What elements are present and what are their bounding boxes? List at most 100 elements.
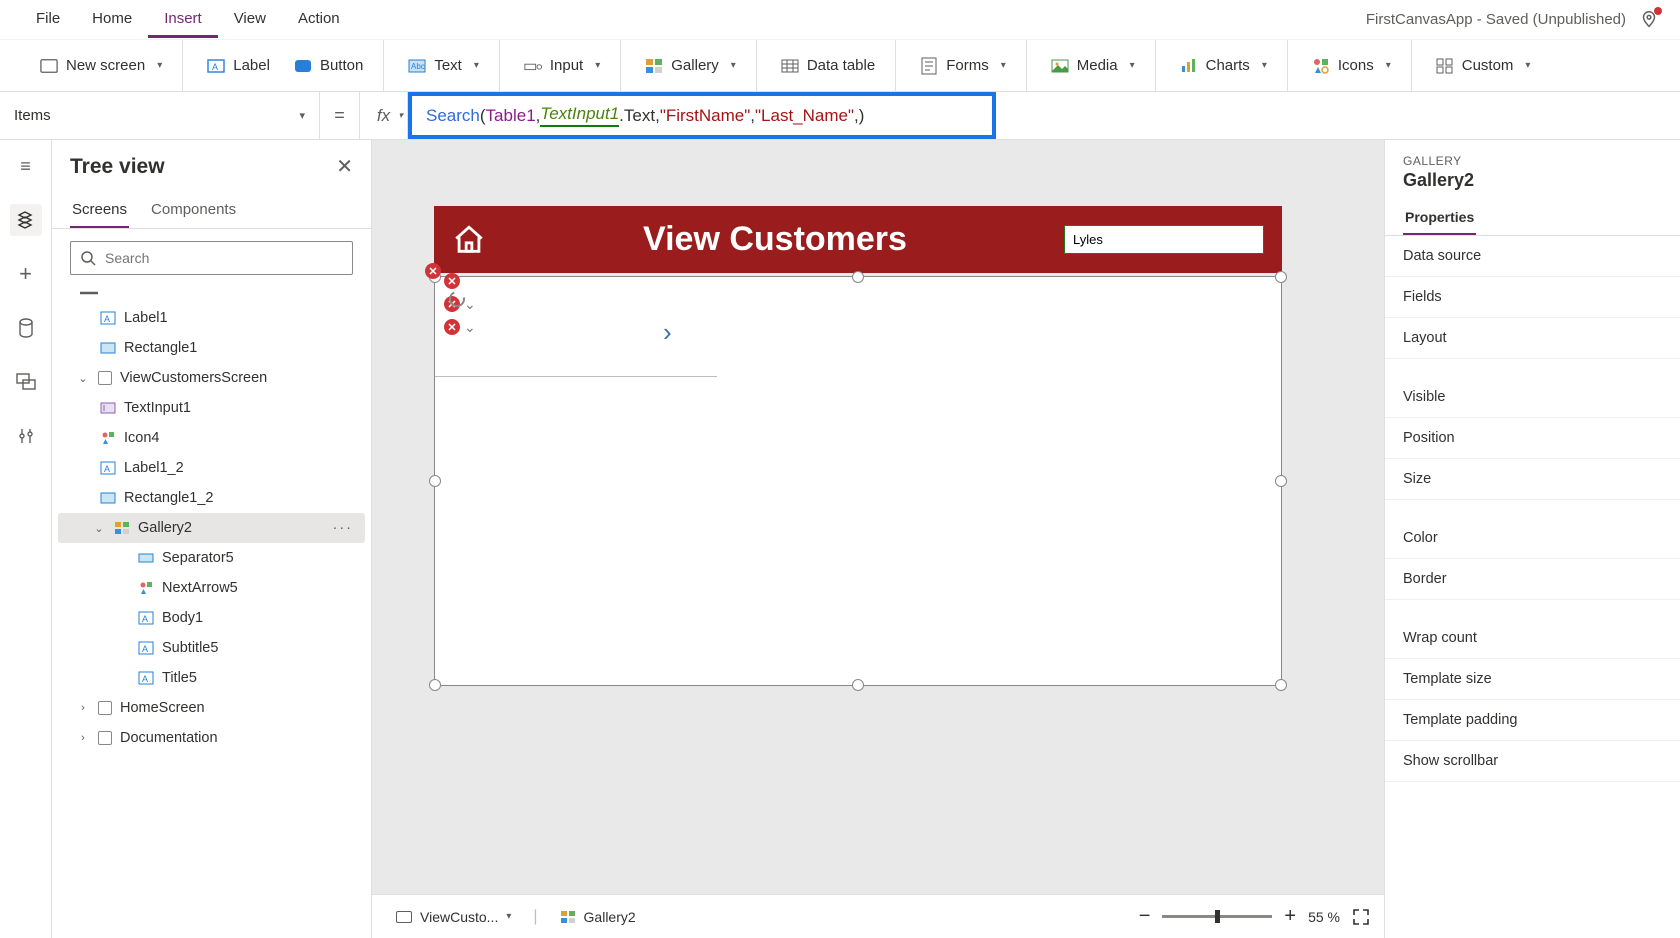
input-dropdown[interactable]: Input▾ — [512, 51, 612, 81]
tab-screens[interactable]: Screens — [70, 193, 129, 228]
tree-list[interactable]: A Label1 Rectangle1 ⌄ ViewCustomersScree… — [52, 287, 371, 938]
charts-dropdown[interactable]: Charts▾ — [1168, 51, 1279, 81]
prop-position[interactable]: Position — [1385, 418, 1680, 459]
gallery2-selection[interactable]: › — [434, 276, 1282, 686]
resize-handle[interactable] — [429, 475, 441, 487]
tree-item-icon4[interactable]: Icon4 — [58, 423, 365, 453]
gallery-ctrl-icon — [560, 909, 576, 925]
zoom-in-button[interactable]: + — [1284, 905, 1296, 928]
prop-fields[interactable]: Fields — [1385, 277, 1680, 318]
prop-data-source[interactable]: Data source — [1385, 236, 1680, 277]
error-badge-icon[interactable]: ✕ — [425, 263, 441, 279]
tree-item-body1[interactable]: A Body1 — [58, 603, 365, 633]
chevron-down-icon[interactable]: ⌄ — [92, 522, 106, 535]
error-badge-icon[interactable]: ✕ — [444, 319, 460, 335]
formula-bar: Items▾ = fx▾ Search(Table1, TextInput1.T… — [0, 92, 1680, 140]
prop-size[interactable]: Size — [1385, 459, 1680, 500]
text-icon: Abc — [408, 57, 426, 75]
data-table-button[interactable]: Data table — [769, 51, 887, 81]
tree-item-rectangle1[interactable]: Rectangle1 — [58, 333, 365, 363]
tree-item-title5[interactable]: A Title5 — [58, 663, 365, 693]
app-title: FirstCanvasApp - Saved (Unpublished) — [1366, 11, 1626, 28]
tree-item-label1[interactable]: A Label1 — [58, 303, 365, 333]
prop-template-size[interactable]: Template size — [1385, 659, 1680, 700]
screen-checkbox[interactable] — [98, 701, 112, 715]
tab-properties[interactable]: Properties — [1403, 201, 1476, 235]
formula-input[interactable]: Search(Table1, TextInput1.Text, "FirstNa… — [408, 92, 996, 139]
resize-handle[interactable] — [429, 679, 441, 691]
resize-handle[interactable] — [1275, 475, 1287, 487]
tree-item-subtitle5[interactable]: A Subtitle5 — [58, 633, 365, 663]
menu-file[interactable]: File — [20, 2, 76, 38]
prop-show-scrollbar[interactable]: Show scrollbar — [1385, 741, 1680, 782]
menu-bar: File Home Insert View Action FirstCanvas… — [0, 0, 1680, 40]
tree-item-separator5[interactable]: Separator5 — [58, 543, 365, 573]
breadcrumb-screen[interactable]: ViewCusto...▾ — [386, 905, 521, 929]
tree-item-textinput1[interactable]: TextInput1 — [58, 393, 365, 423]
chevron-down-icon[interactable]: ⌄ — [464, 319, 476, 336]
zoom-out-button[interactable]: − — [1139, 905, 1151, 928]
hamburger-button[interactable]: ≡ — [10, 150, 42, 182]
resize-handle[interactable] — [1275, 679, 1287, 691]
monitor-button[interactable] — [10, 366, 42, 398]
resize-handle[interactable] — [852, 271, 864, 283]
chevron-right-icon[interactable]: › — [76, 702, 90, 714]
data-button[interactable] — [10, 312, 42, 344]
prop-layout[interactable]: Layout — [1385, 318, 1680, 359]
tree-item-viewcustomersscreen[interactable]: ⌄ ViewCustomersScreen — [58, 363, 365, 393]
close-tree-button[interactable]: ✕ — [336, 154, 353, 179]
customer-search-input[interactable] — [1064, 225, 1264, 254]
menu-view[interactable]: View — [218, 2, 282, 38]
tree-item-documentation[interactable]: › Documentation — [58, 723, 365, 753]
tree-item-nextarrow5[interactable]: NextArrow5 — [58, 573, 365, 603]
home-icon[interactable] — [452, 223, 486, 257]
tree-view-button[interactable] — [10, 204, 42, 236]
prop-wrap-count[interactable]: Wrap count — [1385, 618, 1680, 659]
text-dropdown[interactable]: Abc Text▾ — [396, 51, 491, 81]
zoom-value: 55 % — [1308, 909, 1340, 925]
button-icon — [294, 57, 312, 75]
tree-search-input[interactable] — [70, 241, 353, 275]
zoom-slider[interactable] — [1162, 915, 1272, 918]
tree-item-homescreen[interactable]: › HomeScreen — [58, 693, 365, 723]
tree-item-rectangle1-2[interactable]: Rectangle1_2 — [58, 483, 365, 513]
icons-dropdown[interactable]: Icons▾ — [1300, 51, 1403, 81]
more-options-button[interactable]: ··· — [333, 520, 354, 536]
next-arrow-icon[interactable]: › — [663, 317, 672, 348]
resize-handle[interactable] — [1275, 271, 1287, 283]
new-screen-button[interactable]: New screen▾ — [28, 51, 174, 81]
tree-item-label1-2[interactable]: A Label1_2 — [58, 453, 365, 483]
gallery-template-row[interactable]: › — [435, 277, 717, 377]
button-button[interactable]: Button — [282, 51, 375, 81]
prop-visible[interactable]: Visible — [1385, 377, 1680, 418]
screen-checkbox[interactable] — [98, 731, 112, 745]
control-name[interactable]: Gallery2 — [1385, 168, 1680, 201]
label-button[interactable]: A Label — [195, 51, 282, 81]
canvas-viewport[interactable]: View Customers › — [372, 140, 1384, 894]
resize-handle[interactable] — [852, 679, 864, 691]
prop-border[interactable]: Border — [1385, 559, 1680, 600]
chevron-right-icon[interactable]: › — [76, 732, 90, 744]
error-badge-icon[interactable]: ✕ — [444, 273, 460, 289]
menu-action[interactable]: Action — [282, 2, 356, 38]
prop-color[interactable]: Color — [1385, 518, 1680, 559]
prop-template-padding[interactable]: Template padding — [1385, 700, 1680, 741]
screen-checkbox[interactable] — [98, 371, 112, 385]
property-selector[interactable]: Items▾ — [0, 92, 320, 139]
tree-item-gallery2[interactable]: ⌄ Gallery2 ··· — [58, 513, 365, 543]
menu-insert[interactable]: Insert — [148, 2, 218, 38]
add-button[interactable]: + — [10, 258, 42, 290]
fx-button[interactable]: fx▾ — [360, 92, 408, 139]
health-icon[interactable] — [1638, 9, 1660, 31]
fit-screen-button[interactable] — [1352, 908, 1370, 926]
tools-button[interactable] — [10, 420, 42, 452]
menu-home[interactable]: Home — [76, 2, 148, 38]
svg-text:A: A — [142, 644, 148, 654]
custom-dropdown[interactable]: Custom▾ — [1424, 51, 1543, 81]
chevron-down-icon[interactable]: ⌄ — [76, 372, 90, 385]
gallery-dropdown[interactable]: Gallery▾ — [633, 51, 748, 81]
media-dropdown[interactable]: Media▾ — [1039, 51, 1147, 81]
forms-dropdown[interactable]: Forms▾ — [908, 51, 1018, 81]
breadcrumb-gallery[interactable]: Gallery2 — [550, 905, 646, 929]
tab-components[interactable]: Components — [149, 193, 238, 228]
